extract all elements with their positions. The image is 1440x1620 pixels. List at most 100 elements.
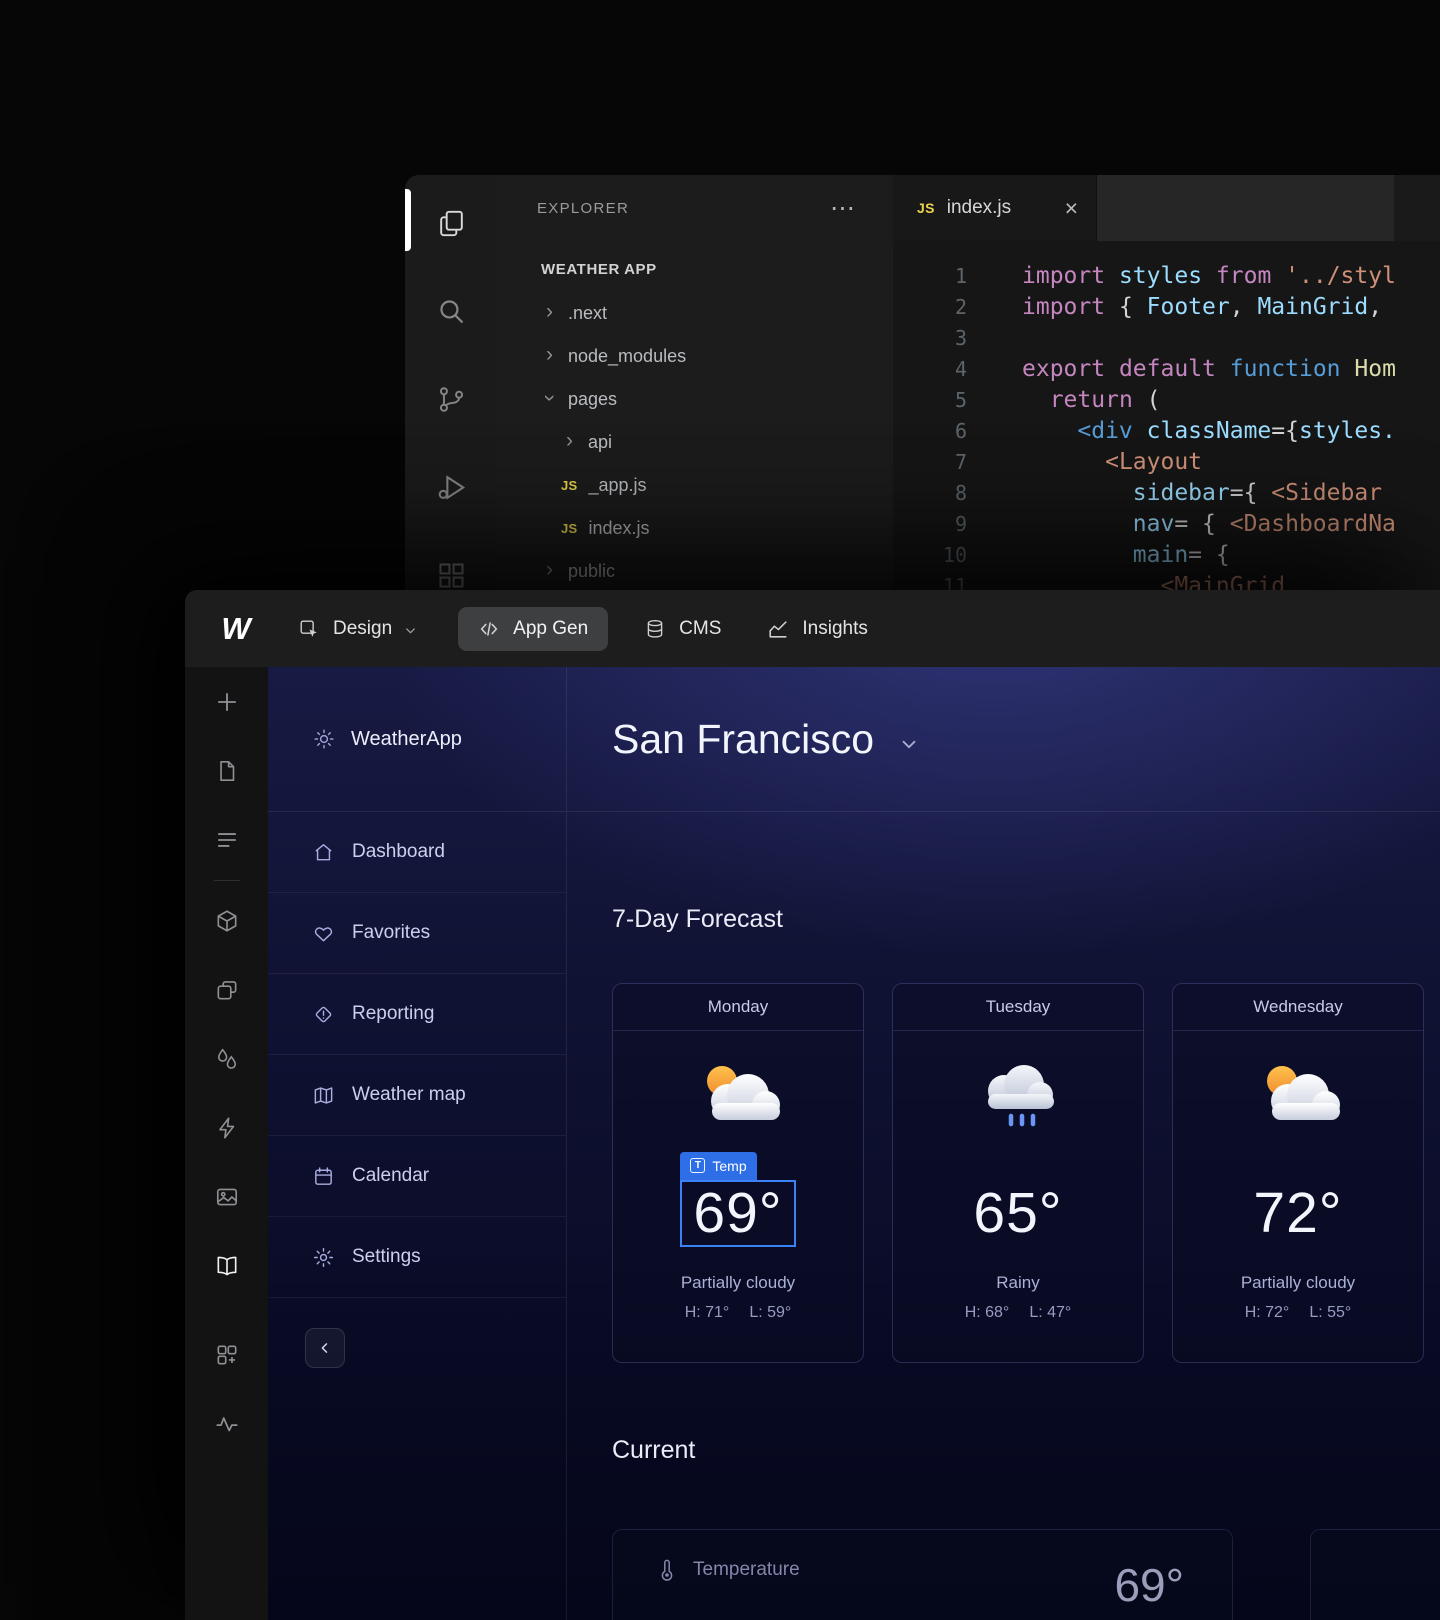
tree-item-.next[interactable]: ›.next — [497, 292, 893, 335]
app-canvas: WeatherApp Dashboard Favorites Reporting We… — [268, 667, 1440, 1620]
menu-icon[interactable] — [214, 827, 240, 853]
cms-icon — [644, 618, 666, 640]
layers-icon[interactable] — [214, 977, 240, 1003]
pulse-icon[interactable] — [214, 1411, 240, 1437]
code-icon — [478, 618, 500, 640]
app-brand-label: WeatherApp — [351, 728, 462, 751]
high-low: H: 72° L: 55° — [1245, 1304, 1352, 1322]
run-debug-icon[interactable] — [405, 443, 497, 531]
tool-palette — [185, 667, 268, 1620]
forecast-day-label: Tuesday — [893, 984, 1143, 1031]
tree-item-pages[interactable]: › pages — [497, 378, 893, 421]
project-section-header[interactable]: WEATHER APP — [497, 241, 893, 292]
current-cards: Temperature 69° — [612, 1529, 1440, 1620]
droplets-icon[interactable] — [214, 1046, 240, 1072]
menu-app-gen-label: App Gen — [513, 618, 588, 640]
nav-item-reporting[interactable]: Reporting — [268, 974, 566, 1055]
code-line: 7 <Layout — [893, 447, 1440, 478]
tree-item-label: index.js — [589, 518, 650, 539]
nav-item-label: Favorites — [352, 922, 430, 944]
partly-cloudy-icon — [1246, 1057, 1350, 1133]
temperature-wrap: 65° — [973, 1177, 1062, 1249]
book-icon[interactable] — [214, 1253, 240, 1279]
tree-item-label: node_modules — [568, 346, 686, 367]
more-actions-icon[interactable]: ⋯ — [830, 196, 855, 221]
add-icon[interactable] — [214, 689, 240, 715]
page-icon[interactable] — [214, 758, 240, 784]
tab-label: index.js — [947, 197, 1011, 219]
current-section-title: Current — [612, 1435, 1440, 1465]
cube-icon[interactable] — [214, 908, 240, 934]
high-value: H: 72° — [1245, 1304, 1290, 1322]
chevron-down-icon[interactable] — [898, 733, 920, 755]
app-sidebar: WeatherApp Dashboard Favorites Reporting We… — [268, 667, 567, 1620]
current-card-value: 69° — [1114, 1558, 1184, 1612]
search-icon[interactable] — [405, 267, 497, 355]
forecast-card-tuesday[interactable]: Tuesday 65° Rainy H: 68° L: 47° — [892, 983, 1144, 1363]
webflow-logo[interactable]: W — [209, 611, 261, 647]
thermometer-icon — [655, 1558, 679, 1582]
tree-item-api[interactable]: ›api — [497, 421, 893, 464]
builder-body: WeatherApp Dashboard Favorites Reporting We… — [185, 667, 1440, 1620]
menu-insights[interactable]: Insights — [767, 618, 867, 640]
tree-item-_app.js[interactable]: JS_app.js — [497, 464, 893, 507]
grid-add-icon[interactable] — [214, 1342, 240, 1368]
tree-item-node_modules[interactable]: ›node_modules — [497, 335, 893, 378]
gear-icon — [312, 1246, 335, 1269]
nav-item-label: Reporting — [352, 1003, 434, 1025]
stage: EXPLORER ⋯ WEATHER APP ›.next›node_modul… — [0, 0, 1440, 1620]
nav-item-settings[interactable]: Settings — [268, 1217, 566, 1298]
code-line: 1import styles from '../styl — [893, 261, 1440, 292]
high-low: H: 68° L: 47° — [965, 1304, 1072, 1322]
tree-item-public[interactable]: ›public — [497, 550, 893, 593]
text-tool-icon: T — [690, 1158, 705, 1173]
image-icon[interactable] — [214, 1184, 240, 1210]
tab-index-js[interactable]: JS index.js × — [893, 175, 1097, 241]
forecast-day-label: Monday — [613, 984, 863, 1031]
nav-item-dashboard[interactable]: Dashboard — [268, 812, 566, 893]
city-name[interactable]: San Francisco — [612, 716, 874, 763]
tree-item-index.js[interactable]: JSindex.js — [497, 507, 893, 550]
selection-outline[interactable]: T Temp 69° — [680, 1180, 795, 1247]
high-value: H: 71° — [685, 1304, 730, 1322]
code-line: 9 nav= { <DashboardNa — [893, 509, 1440, 540]
code-line: 6 <div className={styles. — [893, 416, 1440, 447]
tree-item-label: pages — [568, 389, 617, 410]
tab-bar: JS index.js × — [893, 175, 1440, 241]
nav-item-favorites[interactable]: Favorites — [268, 893, 566, 974]
nav-item-weather-map[interactable]: Weather map — [268, 1055, 566, 1136]
menu-cms-label: CMS — [679, 618, 721, 640]
bolt-icon[interactable] — [214, 1115, 240, 1141]
tree-item-label: _app.js — [589, 475, 647, 496]
nav-item-label: Dashboard — [352, 841, 445, 863]
high-low: H: 71° L: 59° — [685, 1304, 792, 1322]
menu-design[interactable]: Design — [298, 618, 418, 640]
map-icon — [312, 1084, 335, 1107]
tree-item-label: api — [588, 432, 612, 453]
nav-item-label: Weather map — [352, 1084, 466, 1106]
low-value: L: 47° — [1029, 1304, 1071, 1322]
menu-app-gen[interactable]: App Gen — [458, 607, 608, 651]
current-card-label: Temperature — [693, 1559, 800, 1581]
forecast-card-monday[interactable]: Monday T Temp 69° Partially cloudy H: 71… — [612, 983, 864, 1363]
tree-item-label: .next — [568, 303, 607, 324]
forecast-card-wednesday[interactable]: Wednesday 72° Partially cloudy H: 72° L:… — [1172, 983, 1424, 1363]
source-control-icon[interactable] — [405, 355, 497, 443]
code-line: 3 — [893, 323, 1440, 354]
temperature-value: 72° — [1253, 1185, 1342, 1242]
insights-icon — [767, 618, 789, 640]
code-line: 5 return ( — [893, 385, 1440, 416]
menu-cms[interactable]: CMS — [644, 618, 721, 640]
app-nav: Dashboard Favorites Reporting Weather map Ca… — [268, 812, 566, 1298]
code-line: 8 sidebar={ <Sidebar — [893, 478, 1440, 509]
close-tab-icon[interactable]: × — [1065, 195, 1078, 222]
selection-badge: T Temp — [680, 1152, 756, 1180]
current-temperature-card[interactable]: Temperature 69° — [612, 1529, 1233, 1620]
temperature-value: 65° — [973, 1185, 1062, 1242]
chevron-icon: › — [538, 389, 562, 406]
nav-item-calendar[interactable]: Calendar — [268, 1136, 566, 1217]
current-card-left: Temperature — [655, 1558, 800, 1582]
nav-item-label: Settings — [352, 1246, 421, 1268]
files-icon[interactable] — [405, 179, 497, 267]
collapse-sidebar-button[interactable] — [305, 1328, 345, 1368]
